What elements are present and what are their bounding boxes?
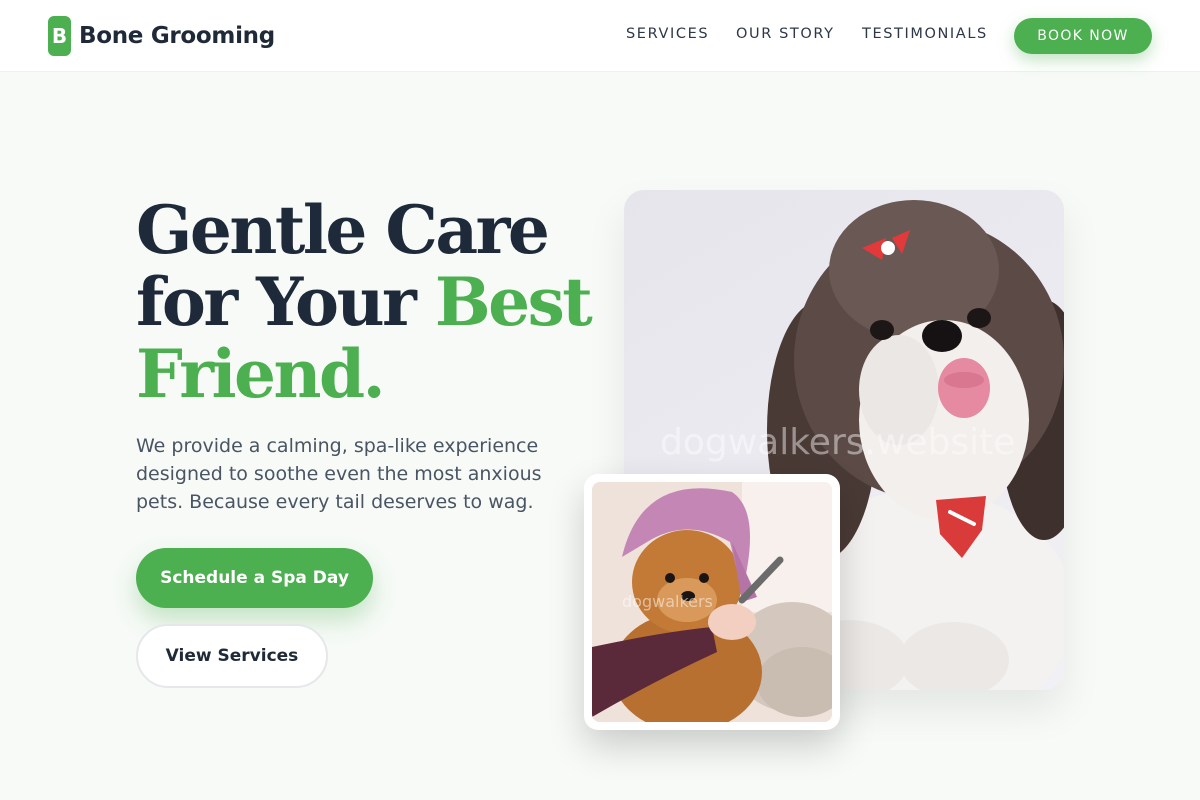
- site-header: B Bone Grooming SERVICES OUR STORY TESTI…: [0, 0, 1200, 72]
- headline-line-2: for Your: [136, 263, 435, 341]
- headline-line-1: Gentle Care: [136, 191, 550, 269]
- brand-logo[interactable]: B Bone Grooming: [48, 16, 275, 56]
- schedule-spa-day-button[interactable]: Schedule a Spa Day: [136, 548, 373, 608]
- grooming-photo-card: dogwalkers: [584, 474, 840, 730]
- hero-headline: Gentle Care for Your Best Friend.: [136, 194, 596, 410]
- hero-description: We provide a calming, spa-like experienc…: [136, 435, 542, 513]
- headline-accent-best: Best: [434, 263, 593, 341]
- nav-our-story-link[interactable]: OUR STORY: [736, 26, 835, 42]
- grooming-photo: dogwalkers: [592, 482, 832, 722]
- nav-services-link[interactable]: SERVICES: [626, 26, 709, 42]
- view-services-button[interactable]: View Services: [136, 624, 328, 688]
- small-photo-watermark: dogwalkers: [622, 592, 713, 611]
- brand-name: Bone Grooming: [79, 23, 275, 49]
- nav-testimonials-link[interactable]: TESTIMONIALS: [862, 26, 988, 42]
- main-photo-watermark: dogwalkers.website: [660, 422, 1016, 463]
- logo-b-icon: B: [48, 16, 71, 56]
- headline-line-3: Friend.: [136, 335, 386, 413]
- book-now-button[interactable]: BOOK NOW: [1014, 18, 1152, 54]
